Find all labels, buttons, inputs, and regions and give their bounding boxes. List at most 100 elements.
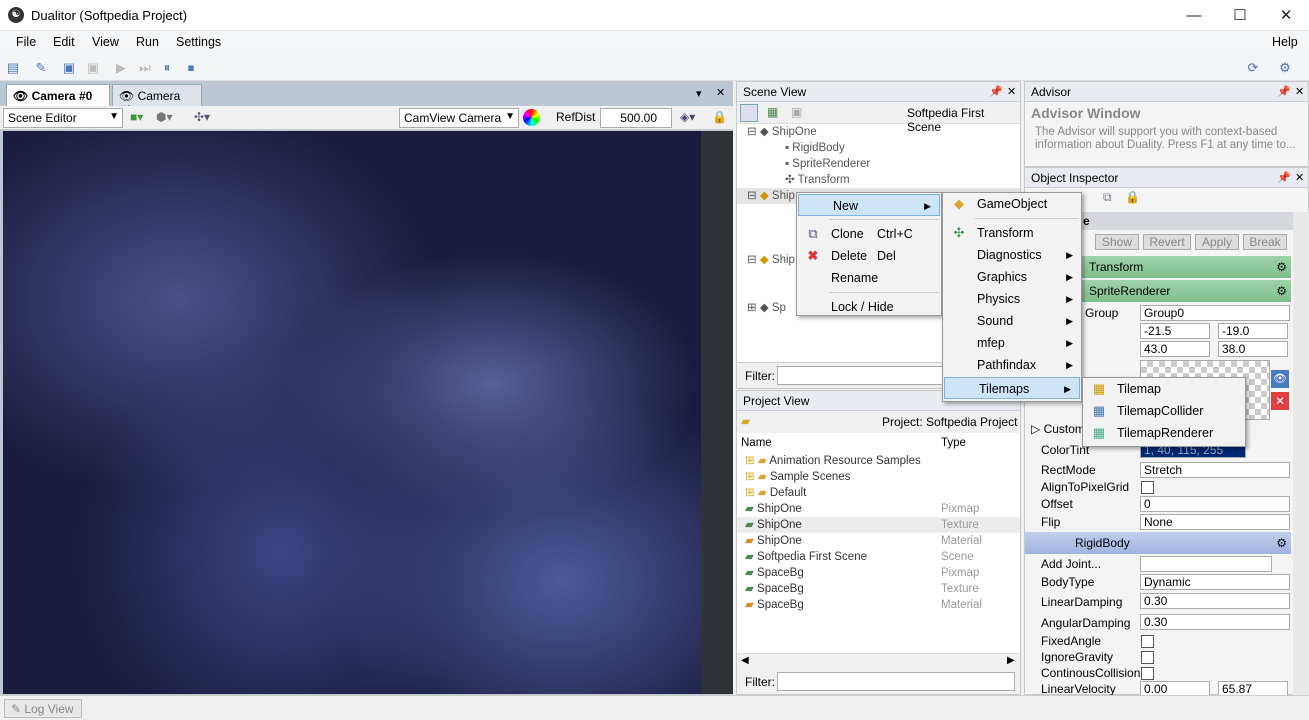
new-menu-tilemaps[interactable]: Tilemaps ▶ — [944, 377, 1080, 399]
tree-row[interactable]: ⊟ ◆ ShipOne — [747, 124, 817, 140]
tree-row[interactable]: ▪ SpriteRenderer — [785, 156, 870, 172]
rect-w-input[interactable]: 43.0 — [1140, 341, 1210, 357]
project-row[interactable]: ▰ ShipOne Pixmap — [737, 501, 1020, 517]
color-wheel-icon[interactable] — [523, 109, 540, 126]
minimize-button[interactable]: — — [1171, 0, 1217, 31]
h-scrollbar[interactable]: ◀ ▶ — [737, 653, 1020, 669]
view-mode-icon[interactable]: ◈▾ — [680, 110, 695, 124]
scroll-left-icon[interactable]: ◀ — [741, 655, 749, 666]
transform-component[interactable]: Transform ⚙ — [1081, 256, 1291, 278]
menu-edit[interactable]: Edit — [53, 35, 75, 49]
lock-icon[interactable]: 🔒 — [712, 110, 727, 124]
close-icon[interactable]: ✕ — [1295, 171, 1304, 184]
settings-icon[interactable]: ⚙ — [1276, 59, 1294, 77]
scene-icon[interactable]: ▦ — [767, 105, 778, 119]
pin-icon[interactable]: 📌 — [1277, 171, 1291, 184]
tab-dropdown-icon[interactable]: ▾ — [696, 87, 702, 100]
addjoint-select[interactable] — [1140, 556, 1272, 572]
project-row[interactable]: ⊞ ▰ Sample Scenes — [737, 469, 1020, 485]
step-icon[interactable]: ⏭ — [136, 59, 154, 77]
tilemaps-menu-tilemap[interactable]: ▦ Tilemap — [1083, 378, 1245, 400]
rectmode-select[interactable]: Stretch — [1140, 462, 1290, 478]
fixedangle-checkbox[interactable] — [1141, 635, 1154, 648]
folder-icon[interactable]: ▰ — [741, 414, 750, 428]
pin-icon[interactable]: 📌 — [989, 85, 1003, 98]
eye-icon[interactable]: 👁 — [1271, 370, 1289, 388]
tree-row[interactable]: ⊟ ◆ Ship — [747, 252, 795, 268]
pause-icon[interactable]: ⏸ — [158, 59, 176, 77]
log-view-tab[interactable]: ✎ Log View — [4, 699, 82, 718]
play-icon[interactable]: ▶ — [112, 59, 130, 77]
col-type[interactable]: Type — [941, 437, 966, 449]
scroll-right-icon[interactable]: ▶ — [1007, 655, 1015, 666]
scene-editor-select[interactable]: Scene Editor ▼ — [3, 108, 123, 128]
menu-help[interactable]: Help — [1272, 35, 1298, 49]
project-row[interactable]: ▰ SpaceBg Material — [737, 597, 1020, 613]
project-row[interactable]: ⊞ ▰ Default — [737, 485, 1020, 501]
gear-icon[interactable]: ⚙ — [1276, 256, 1287, 278]
rigidbody-component[interactable]: RigidBody ⚙ — [1025, 532, 1291, 554]
debug-icon[interactable]: ▣ — [84, 59, 102, 77]
project-row[interactable]: ▰ SpaceBg Pixmap — [737, 565, 1020, 581]
new-menu-mfep[interactable]: mfep ▶ — [943, 332, 1081, 354]
tree-row[interactable]: ⊞ ◆ Sp — [747, 300, 786, 316]
tree-row[interactable]: ✣ Transform — [785, 172, 850, 188]
rect-x-input[interactable]: -21.5 — [1140, 323, 1210, 339]
menu-file[interactable]: File — [16, 35, 36, 49]
maximize-button[interactable]: ☐ — [1217, 0, 1263, 31]
refdist-input[interactable]: 500.00 — [600, 108, 672, 128]
project-row[interactable]: ▰ ShipOne Material — [737, 533, 1020, 549]
snap-icon[interactable]: ✣▾ — [194, 110, 210, 124]
new-object-icon[interactable] — [740, 104, 758, 122]
spriterenderer-component[interactable]: SpriteRenderer ⚙ — [1081, 280, 1291, 302]
layer-icon[interactable]: ■▾ — [130, 110, 143, 124]
offset-input[interactable]: 0 — [1140, 496, 1290, 512]
menu-run[interactable]: Run — [136, 35, 159, 49]
pin-icon[interactable]: 📌 — [1277, 85, 1291, 98]
project-row[interactable]: ⊞ ▰ Animation Resource Samples — [737, 453, 1020, 469]
project-row[interactable]: ▰ ShipOne Texture — [737, 517, 1020, 533]
flip-select[interactable]: None — [1140, 514, 1290, 530]
continuous-checkbox[interactable] — [1141, 667, 1154, 680]
menu-lock-hide[interactable]: Lock / Hide — [797, 296, 941, 318]
apply-button[interactable]: Apply — [1195, 234, 1239, 250]
gear-icon[interactable]: ⚙ — [1276, 280, 1287, 302]
tab-close-icon[interactable]: ✕ — [716, 86, 725, 99]
menu-delete[interactable]: ✖ Delete Del — [797, 245, 941, 267]
align-checkbox[interactable] — [1141, 481, 1154, 494]
copy-icon[interactable]: ⧉ — [1103, 190, 1112, 205]
close-button[interactable]: ✕ — [1263, 0, 1309, 31]
new-menu-transform[interactable]: ✣ Transform — [943, 222, 1081, 244]
project-filter-input[interactable] — [777, 672, 1015, 691]
stop-icon[interactable]: ⏹ — [182, 59, 200, 77]
new-menu-diagnostics[interactable]: Diagnostics ▶ — [943, 244, 1081, 266]
tab-camera-0[interactable]: 👁 Camera #0 — [6, 84, 110, 106]
object-visibility-icon[interactable]: ⬢▾ — [156, 110, 173, 124]
close-icon[interactable]: ✕ — [1007, 85, 1016, 98]
angdamp-input[interactable]: 0.30 — [1140, 614, 1290, 630]
lindamp-input[interactable]: 0.30 — [1140, 593, 1290, 609]
run-game-icon[interactable]: ▣ — [60, 59, 78, 77]
remove-icon[interactable]: ✕ — [1271, 392, 1289, 410]
camera-viewport[interactable] — [3, 131, 701, 694]
project-row[interactable]: ▰ Softpedia First Scene Scene — [737, 549, 1020, 565]
bodytype-select[interactable]: Dynamic — [1140, 574, 1290, 590]
new-menu-physics[interactable]: Physics ▶ — [943, 288, 1081, 310]
save-all-icon[interactable]: ▤ — [4, 59, 22, 77]
tilemaps-menu-tilemapcollider[interactable]: ▦ TilemapCollider — [1083, 400, 1245, 422]
revert-button[interactable]: Revert — [1143, 234, 1191, 250]
tab-camera-1[interactable]: 👁 Camera #1 — [112, 84, 202, 117]
rect-y-input[interactable]: -19.0 — [1218, 323, 1288, 339]
menu-clone[interactable]: ⧉ Clone Ctrl+C — [797, 223, 941, 245]
new-menu-sound[interactable]: Sound ▶ — [943, 310, 1081, 332]
v-scrollbar[interactable] — [1293, 212, 1309, 696]
tilemaps-menu-tilemaprenderer[interactable]: ▦ TilemapRenderer — [1083, 422, 1245, 444]
lock-icon[interactable]: 🔒 — [1125, 190, 1140, 204]
new-menu-pathfindax[interactable]: Pathfindax ▶ — [943, 354, 1081, 376]
rect-h-input[interactable]: 38.0 — [1218, 341, 1288, 357]
ignoregrav-checkbox[interactable] — [1141, 651, 1154, 664]
show-button[interactable]: Show — [1095, 234, 1139, 250]
break-button[interactable]: Break — [1243, 234, 1287, 250]
menu-new[interactable]: New ▶ — [798, 194, 940, 216]
close-icon[interactable]: ✕ — [1295, 85, 1304, 98]
